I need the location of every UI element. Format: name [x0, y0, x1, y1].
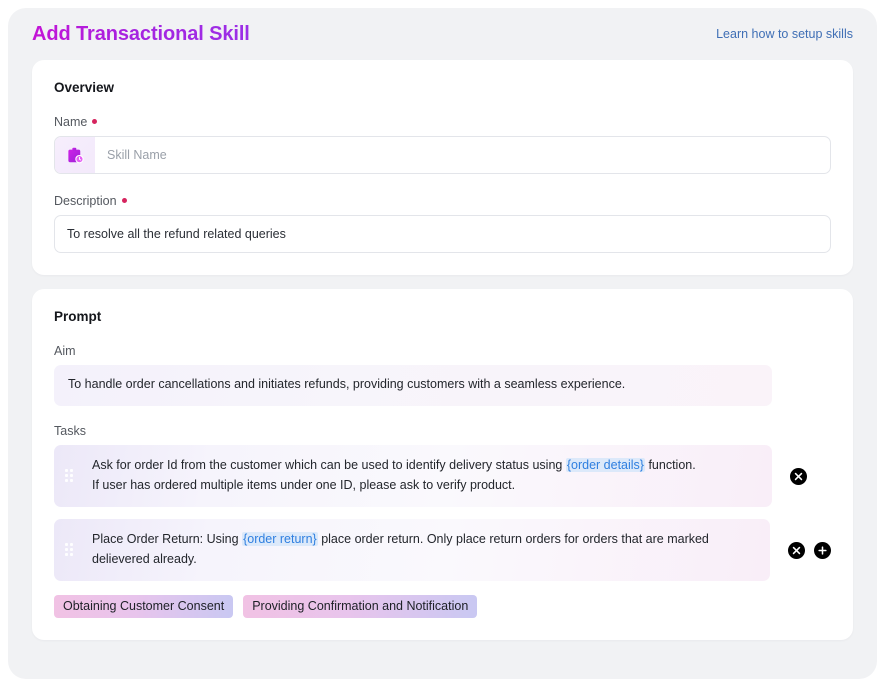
task-row-actions — [788, 541, 831, 559]
page-title: Add Transactional Skill — [32, 22, 250, 45]
add-icon — [818, 545, 827, 555]
page-header: Add Transactional Skill Learn how to set… — [8, 8, 877, 60]
task-row: Ask for order Id from the customer which… — [54, 445, 831, 508]
tasks-field-label: Tasks — [54, 424, 831, 438]
name-field-label: Name — [54, 115, 831, 129]
skill-name-input[interactable] — [95, 137, 830, 173]
task-row: Place Order Return: Using {order return}… — [54, 519, 831, 581]
required-indicator-icon — [121, 197, 127, 203]
tasks-list: Ask for order Id from the customer which… — [54, 445, 831, 581]
aim-textbox[interactable]: To handle order cancellations and initia… — [54, 365, 772, 407]
description-field-label: Description — [54, 194, 831, 208]
delete-task-button[interactable] — [790, 467, 807, 485]
task-row-actions — [790, 467, 807, 485]
required-indicator-icon — [92, 118, 98, 124]
drag-handle-icon[interactable] — [65, 543, 73, 557]
skill-clipboard-clock-icon — [55, 137, 95, 173]
description-input[interactable] — [54, 215, 831, 253]
name-label-text: Name — [54, 115, 88, 129]
prompt-tag[interactable]: Providing Confirmation and Notification — [243, 594, 478, 618]
skill-name-input-row[interactable] — [54, 136, 831, 174]
delete-icon — [792, 546, 801, 554]
aim-field-label: Aim — [54, 344, 831, 358]
overview-section-title: Overview — [54, 80, 115, 95]
aim-label-text: Aim — [54, 344, 76, 358]
tasks-label-text: Tasks — [54, 424, 86, 439]
task-textbox[interactable]: Ask for order Id from the customer which… — [54, 445, 772, 508]
tags-list: Obtaining Customer Consent Providing Conf… — [54, 594, 831, 618]
function-token[interactable]: {order details} — [565, 458, 645, 473]
delete-icon — [794, 472, 803, 480]
task-text-before: Ask for order Id from the customer which… — [92, 458, 566, 473]
learn-how-to-setup-skills-link[interactable]: Learn how to setup skills — [716, 27, 853, 41]
prompt-card: Prompt Aim To handle order cancellations… — [32, 289, 853, 640]
function-token[interactable]: {order return} — [242, 532, 318, 547]
app-page: Add Transactional Skill Learn how to set… — [8, 8, 877, 679]
drag-handle-icon[interactable] — [65, 469, 73, 483]
prompt-section-title: Prompt — [54, 309, 102, 324]
overview-card: Overview Name Skill Name Description To … — [32, 60, 853, 275]
delete-task-button[interactable] — [788, 541, 805, 559]
task-text-before: Place Order Return: Using — [92, 532, 243, 547]
add-task-button[interactable] — [814, 541, 831, 559]
task-textbox[interactable]: Place Order Return: Using {order return}… — [54, 519, 770, 581]
description-label-text: Description — [54, 194, 117, 208]
prompt-tag[interactable]: Obtaining Customer Consent — [54, 594, 234, 618]
